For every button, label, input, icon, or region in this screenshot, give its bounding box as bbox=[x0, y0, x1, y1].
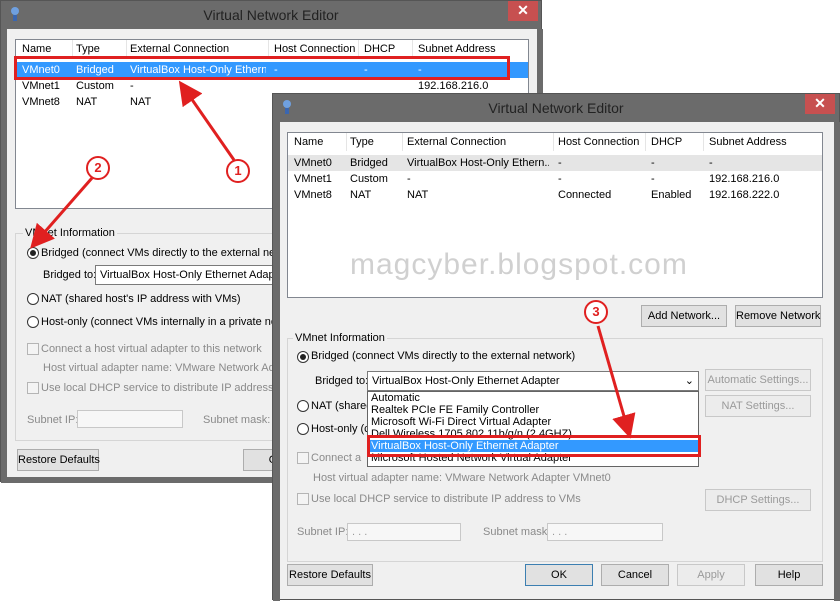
annotation-arrow-three bbox=[596, 325, 636, 439]
